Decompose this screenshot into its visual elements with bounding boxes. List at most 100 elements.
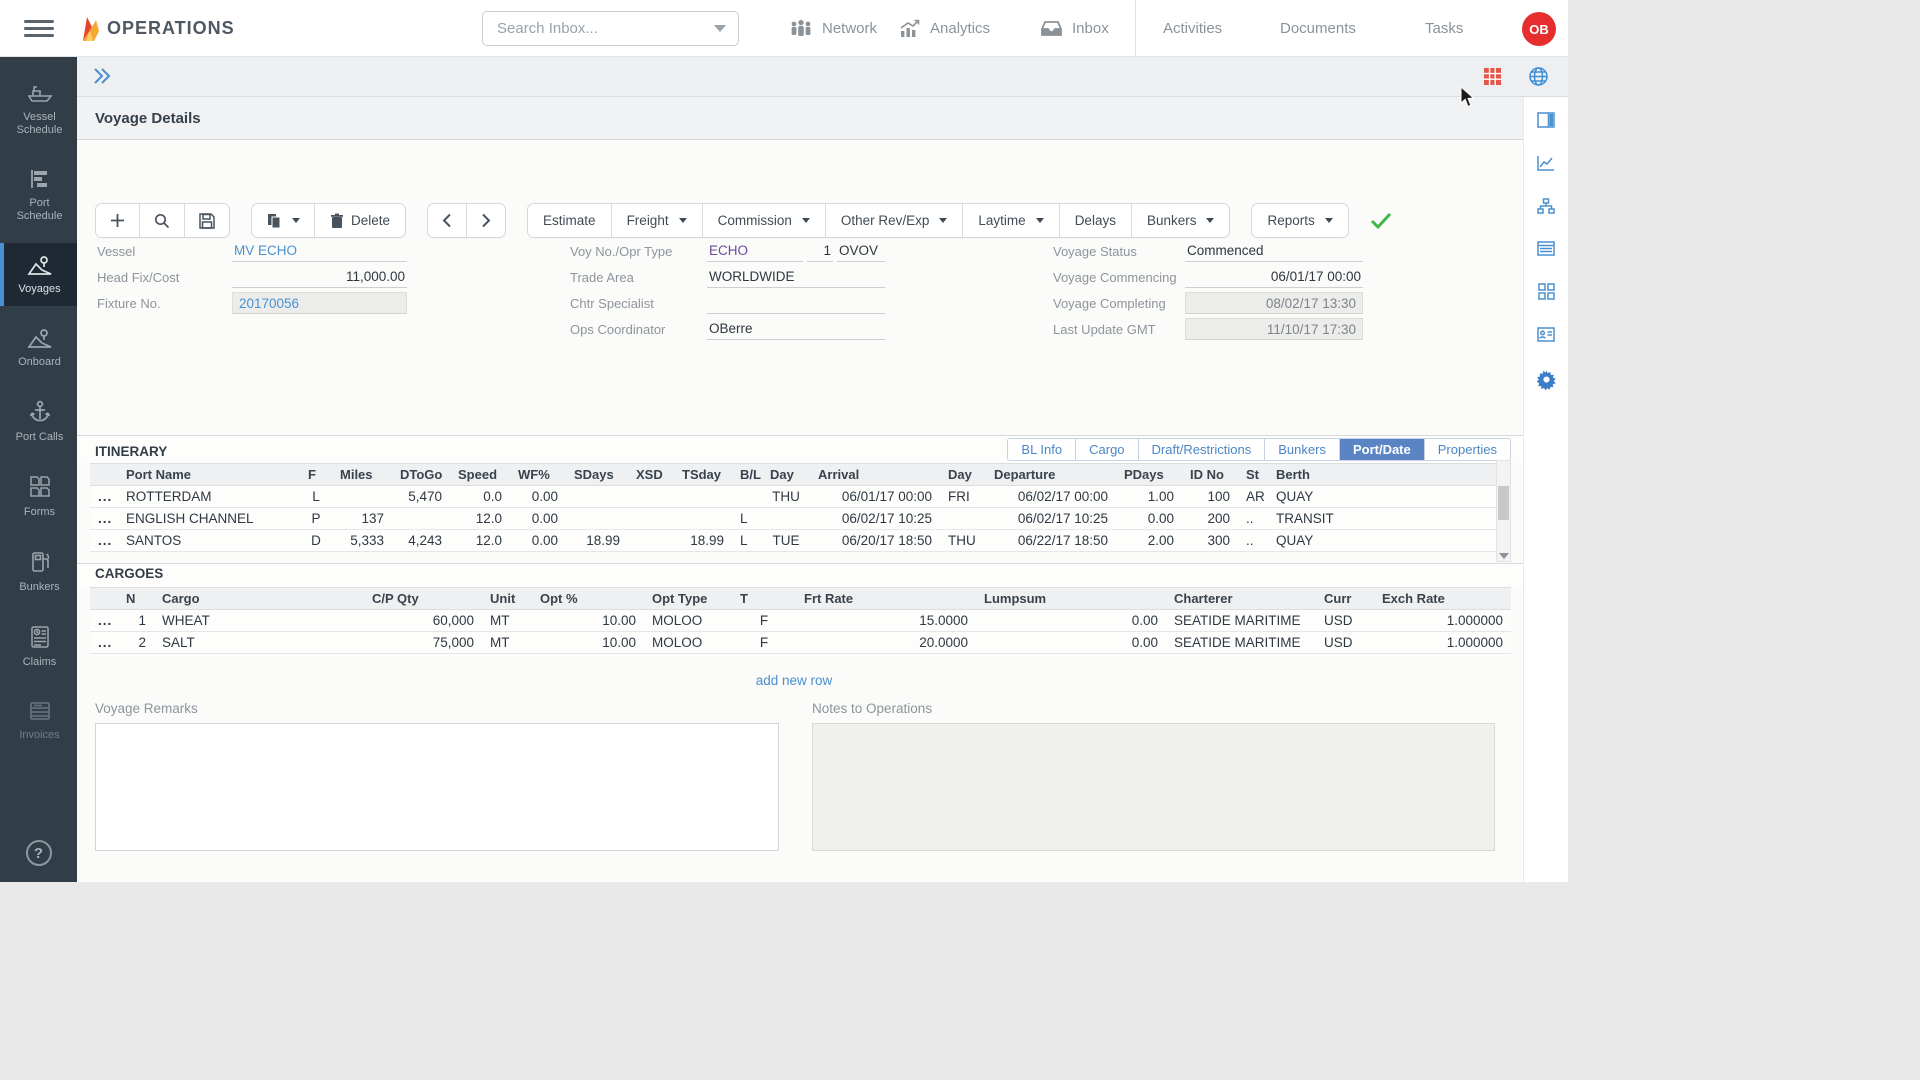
sidebar-item-forms[interactable]: Forms <box>0 464 77 529</box>
voyage-number-field[interactable]: ECHO <box>707 240 803 262</box>
row-menu-icon[interactable]: ... <box>90 486 118 508</box>
voyage-commencing-field[interactable]: 06/01/17 00:00 <box>1185 266 1363 288</box>
col-bl: B/L <box>732 464 762 486</box>
cell-lumpsum: 0.00 <box>976 610 1166 632</box>
copy-button[interactable] <box>252 204 315 237</box>
estimate-button[interactable]: Estimate <box>528 204 612 237</box>
contact-card-icon[interactable] <box>1537 327 1555 342</box>
sidebar-label: Voyages <box>18 283 60 296</box>
other-rev-exp-button[interactable]: Other Rev/Exp <box>826 204 964 237</box>
cell-t: F <box>732 632 796 654</box>
search-dropdown-icon[interactable] <box>714 25 726 32</box>
settings-gear-icon[interactable] <box>1536 369 1557 390</box>
user-avatar[interactable]: OB <box>1522 12 1556 46</box>
trade-area-field[interactable]: WORLDWIDE <box>707 266 885 288</box>
table-view-icon[interactable] <box>1483 67 1502 91</box>
sidebar-item-invoices[interactable]: Invoices <box>0 689 77 752</box>
itinerary-scrollbar[interactable] <box>1496 460 1511 562</box>
row-menu-icon[interactable]: ... <box>90 530 118 552</box>
nav-tasks[interactable]: Tasks <box>1425 0 1463 57</box>
voyage-seq-field[interactable]: 1 <box>807 240 833 262</box>
search-input[interactable] <box>495 19 714 38</box>
commission-button[interactable]: Commission <box>703 204 826 237</box>
voyage-completing-field: 08/02/17 13:30 <box>1185 292 1363 314</box>
search-button[interactable] <box>140 204 185 237</box>
cell-day2 <box>940 508 986 530</box>
sidebar-item-port-schedule[interactable]: Port Schedule <box>0 157 77 233</box>
trade-area-label: Trade Area <box>570 270 707 285</box>
reports-button[interactable]: Reports <box>1252 204 1347 237</box>
add-new-row-link[interactable]: add new row <box>77 673 1511 688</box>
nav-documents[interactable]: Documents <box>1280 0 1356 57</box>
sidebar-label: Vessel Schedule <box>12 111 68 137</box>
bunkers-button[interactable]: Bunkers <box>1132 204 1230 237</box>
caret-down-icon <box>292 218 300 223</box>
nav-analytics[interactable]: Analytics <box>899 0 990 57</box>
notes-to-operations-textarea[interactable] <box>812 723 1495 851</box>
sidebar-item-onboard[interactable]: Onboard <box>0 316 77 379</box>
cell-idno: 200 <box>1182 508 1238 530</box>
freight-button[interactable]: Freight <box>612 204 703 237</box>
tab-bl-info[interactable]: BL Info <box>1008 439 1076 460</box>
ops-coordinator-field[interactable]: OBerre <box>707 318 885 340</box>
row-menu-icon[interactable]: ... <box>90 632 118 654</box>
cell-cargo: WHEAT <box>154 610 364 632</box>
tab-port-date[interactable]: Port/Date <box>1340 439 1425 460</box>
itinerary-title: ITINERARY <box>95 444 167 461</box>
next-button[interactable] <box>467 204 505 237</box>
save-button[interactable] <box>185 204 229 237</box>
add-button[interactable] <box>96 204 140 237</box>
head-fix-field[interactable]: 11,000.00 <box>232 266 407 288</box>
cell-tsday <box>674 508 732 530</box>
delays-button[interactable]: Delays <box>1060 204 1132 237</box>
cell-port: SANTOS <box>118 530 300 552</box>
previous-button[interactable] <box>428 204 467 237</box>
cell-n: 2 <box>118 632 154 654</box>
voyage-remarks-textarea[interactable] <box>95 723 779 851</box>
sidebar-item-bunkers[interactable]: Bunkers <box>0 539 77 604</box>
voyage-status-field[interactable]: Commenced <box>1185 240 1363 262</box>
tab-cargo[interactable]: Cargo <box>1076 439 1138 460</box>
row-menu-icon[interactable]: ... <box>90 610 118 632</box>
head-fix-label: Head Fix/Cost <box>97 270 232 285</box>
delete-button[interactable]: Delete <box>315 204 405 237</box>
tab-properties[interactable]: Properties <box>1425 439 1510 460</box>
commission-label: Commission <box>718 213 792 228</box>
laytime-button[interactable]: Laytime <box>963 204 1059 237</box>
scroll-down-icon[interactable] <box>1499 553 1509 559</box>
sidebar-label: Port Calls <box>16 431 64 444</box>
hamburger-menu-icon[interactable] <box>24 0 54 57</box>
tab-draft-restrictions[interactable]: Draft/Restrictions <box>1139 439 1266 460</box>
col-opt-pct: Opt % <box>532 588 644 610</box>
help-icon[interactable]: ? <box>26 840 52 866</box>
row-menu-icon[interactable]: ... <box>90 508 118 530</box>
nav-inbox[interactable]: Inbox <box>1040 0 1109 57</box>
cell-st: .. <box>1238 530 1268 552</box>
vessel-field[interactable]: MV ECHO <box>232 240 407 262</box>
globe-icon[interactable] <box>1528 66 1549 92</box>
col-curr: Curr <box>1316 588 1374 610</box>
sidebar-item-voyages[interactable]: Voyages <box>0 243 77 306</box>
cell-departure: 06/22/17 18:50 <box>986 530 1116 552</box>
cell-f: L <box>300 486 332 508</box>
grid-tiles-icon[interactable] <box>1538 283 1555 300</box>
list-card-icon[interactable] <box>1537 241 1555 256</box>
opr-type-field[interactable]: OVOV <box>837 240 885 262</box>
tab-bunkers[interactable]: Bunkers <box>1265 439 1340 460</box>
expand-chevrons-icon[interactable] <box>91 65 113 92</box>
panel-layout-icon[interactable] <box>1537 112 1555 128</box>
sidebar-item-claims[interactable]: Claims <box>0 614 77 679</box>
scrollbar-thumb[interactable] <box>1498 486 1509 520</box>
nav-activities-label: Activities <box>1163 20 1222 37</box>
sidebar-item-port-calls[interactable]: Port Calls <box>0 389 77 454</box>
sidebar-item-vessel-schedule[interactable]: Vessel Schedule <box>0 71 77 147</box>
page-title: Voyage Details <box>77 97 1523 140</box>
fixture-field[interactable]: 20170056 <box>232 292 407 314</box>
nav-activities[interactable]: Activities <box>1163 0 1222 57</box>
chtr-specialist-field[interactable] <box>707 292 885 314</box>
hierarchy-icon[interactable] <box>1537 198 1555 214</box>
itinerary-section: ITINERARY BL Info Cargo Draft/Restrictio… <box>77 435 1523 552</box>
chtr-specialist-label: Chtr Specialist <box>570 296 707 311</box>
nav-network[interactable]: Network <box>789 0 877 57</box>
chart-panel-icon[interactable] <box>1537 155 1555 171</box>
